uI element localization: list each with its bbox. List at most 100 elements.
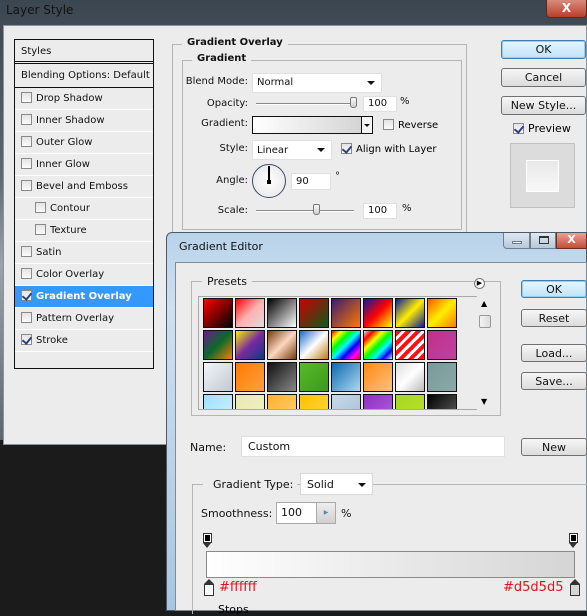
reverse-checkbox[interactable]: Reverse: [383, 119, 438, 131]
preset-swatch[interactable]: [427, 362, 457, 392]
save-button[interactable]: Save...: [521, 372, 587, 390]
name-input[interactable]: Custom: [241, 436, 505, 457]
preset-swatch[interactable]: [235, 362, 265, 392]
preset-swatch[interactable]: [267, 298, 297, 328]
gradient-preview-bar[interactable]: [206, 551, 575, 578]
color-stop-left[interactable]: [204, 579, 214, 597]
scroll-down-icon[interactable]: ▼: [481, 397, 487, 406]
style-item-outer-glow[interactable]: Outer Glow: [15, 132, 153, 154]
preset-swatch[interactable]: [395, 298, 425, 328]
maximize-button[interactable]: [530, 233, 556, 249]
gradient-editor-close-button[interactable]: X: [556, 233, 587, 249]
preset-swatch[interactable]: [331, 394, 361, 409]
style-item-drop-shadow[interactable]: Drop Shadow: [15, 88, 153, 110]
opacity-stop-left[interactable]: [203, 533, 212, 549]
preset-swatch[interactable]: [203, 330, 233, 360]
checkbox-icon[interactable]: [21, 92, 32, 103]
style-item-satin[interactable]: Satin: [15, 242, 153, 264]
preset-swatch[interactable]: [235, 394, 265, 409]
color-stop-right[interactable]: [570, 579, 580, 597]
checkbox-icon[interactable]: [21, 246, 32, 257]
preset-swatch[interactable]: [363, 298, 393, 328]
preset-swatch[interactable]: [203, 394, 233, 409]
preset-swatch[interactable]: [299, 330, 329, 360]
scale-slider[interactable]: [256, 210, 354, 212]
preset-swatch[interactable]: [235, 330, 265, 360]
preset-swatch[interactable]: [427, 394, 457, 409]
preset-swatch[interactable]: [331, 362, 361, 392]
style-item-inner-glow[interactable]: Inner Glow: [15, 154, 153, 176]
style-item-bevel-and-emboss[interactable]: Bevel and Emboss: [15, 176, 153, 198]
scroll-up-icon[interactable]: ▲: [481, 299, 487, 308]
presets-menu-button[interactable]: ▶: [474, 278, 485, 289]
preset-swatch[interactable]: [299, 394, 329, 409]
checkbox-icon[interactable]: [21, 334, 32, 345]
preset-swatch[interactable]: [235, 298, 265, 328]
checkbox-icon[interactable]: [21, 268, 32, 279]
minimize-button[interactable]: [503, 233, 530, 249]
opacity-slider-thumb[interactable]: [350, 97, 357, 108]
checkbox-icon[interactable]: [21, 114, 32, 125]
load-button[interactable]: Load...: [521, 344, 587, 362]
style-preview: [510, 143, 575, 208]
new-style-button[interactable]: New Style...: [501, 96, 586, 115]
blend-mode-select[interactable]: Normal: [252, 73, 382, 93]
style-item-stroke[interactable]: Stroke: [15, 330, 153, 352]
preset-swatch[interactable]: [395, 394, 425, 409]
scale-input[interactable]: 100: [363, 203, 397, 219]
scale-slider-thumb[interactable]: [313, 204, 320, 215]
preset-swatch[interactable]: [267, 394, 297, 409]
preset-swatch[interactable]: [331, 298, 361, 328]
style-item-texture[interactable]: Texture: [15, 220, 153, 242]
preset-swatch[interactable]: [363, 394, 393, 409]
preview-checkbox[interactable]: Preview: [513, 122, 571, 135]
preset-swatch[interactable]: [267, 362, 297, 392]
checkbox-icon[interactable]: [21, 158, 32, 169]
new-button[interactable]: New: [521, 438, 587, 456]
opacity-slider[interactable]: [256, 103, 356, 105]
align-with-layer-checkbox[interactable]: Align with Layer: [341, 143, 437, 155]
preset-swatch[interactable]: [395, 362, 425, 392]
gradient-dropdown-button[interactable]: [361, 116, 373, 134]
preset-swatch[interactable]: [267, 330, 297, 360]
preset-swatch[interactable]: [299, 298, 329, 328]
style-select[interactable]: Linear: [252, 140, 332, 160]
preset-swatch[interactable]: [203, 362, 233, 392]
opacity-stop-right[interactable]: [569, 533, 578, 549]
ok-button[interactable]: OK: [501, 40, 586, 59]
cancel-button[interactable]: Cancel: [501, 68, 586, 87]
style-item-pattern-overlay[interactable]: Pattern Overlay: [15, 308, 153, 330]
style-item-gradient-overlay[interactable]: Gradient Overlay: [15, 286, 153, 308]
checkbox-icon[interactable]: [21, 290, 32, 301]
angle-dial[interactable]: [252, 164, 286, 198]
close-button[interactable]: X: [546, 0, 587, 18]
checkbox-icon[interactable]: [35, 224, 46, 235]
scroll-thumb[interactable]: [479, 315, 491, 328]
preset-swatch[interactable]: [427, 298, 457, 328]
preset-swatch[interactable]: [363, 330, 393, 360]
reset-button[interactable]: Reset: [521, 309, 587, 327]
style-item-color-overlay[interactable]: Color Overlay: [15, 264, 153, 286]
style-item-inner-shadow[interactable]: Inner Shadow: [15, 110, 153, 132]
checkbox-icon[interactable]: [35, 202, 46, 213]
styles-header[interactable]: Styles: [15, 40, 153, 64]
angle-input[interactable]: 90: [291, 173, 331, 190]
checkbox-icon[interactable]: [21, 312, 32, 323]
preset-swatch[interactable]: [427, 330, 457, 360]
gradient-swatch[interactable]: [252, 116, 362, 134]
gradient-type-select[interactable]: Solid: [300, 473, 373, 495]
preset-swatch[interactable]: [395, 330, 425, 360]
preset-swatch[interactable]: [363, 362, 393, 392]
style-item-contour[interactable]: Contour: [15, 198, 153, 220]
opacity-input[interactable]: 100: [363, 96, 397, 112]
preset-swatch[interactable]: [299, 362, 329, 392]
preset-swatch[interactable]: [203, 298, 233, 328]
smoothness-stepper[interactable]: ▶: [316, 503, 335, 523]
blending-options[interactable]: Blending Options: Default: [15, 64, 153, 88]
smoothness-input[interactable]: 100 ▶: [276, 502, 336, 524]
ge-ok-button[interactable]: OK: [521, 280, 587, 298]
presets-scrollbar[interactable]: ▲ ▼: [477, 296, 494, 410]
preset-swatch[interactable]: [331, 330, 361, 360]
checkbox-icon[interactable]: [21, 180, 32, 191]
checkbox-icon[interactable]: [21, 136, 32, 147]
